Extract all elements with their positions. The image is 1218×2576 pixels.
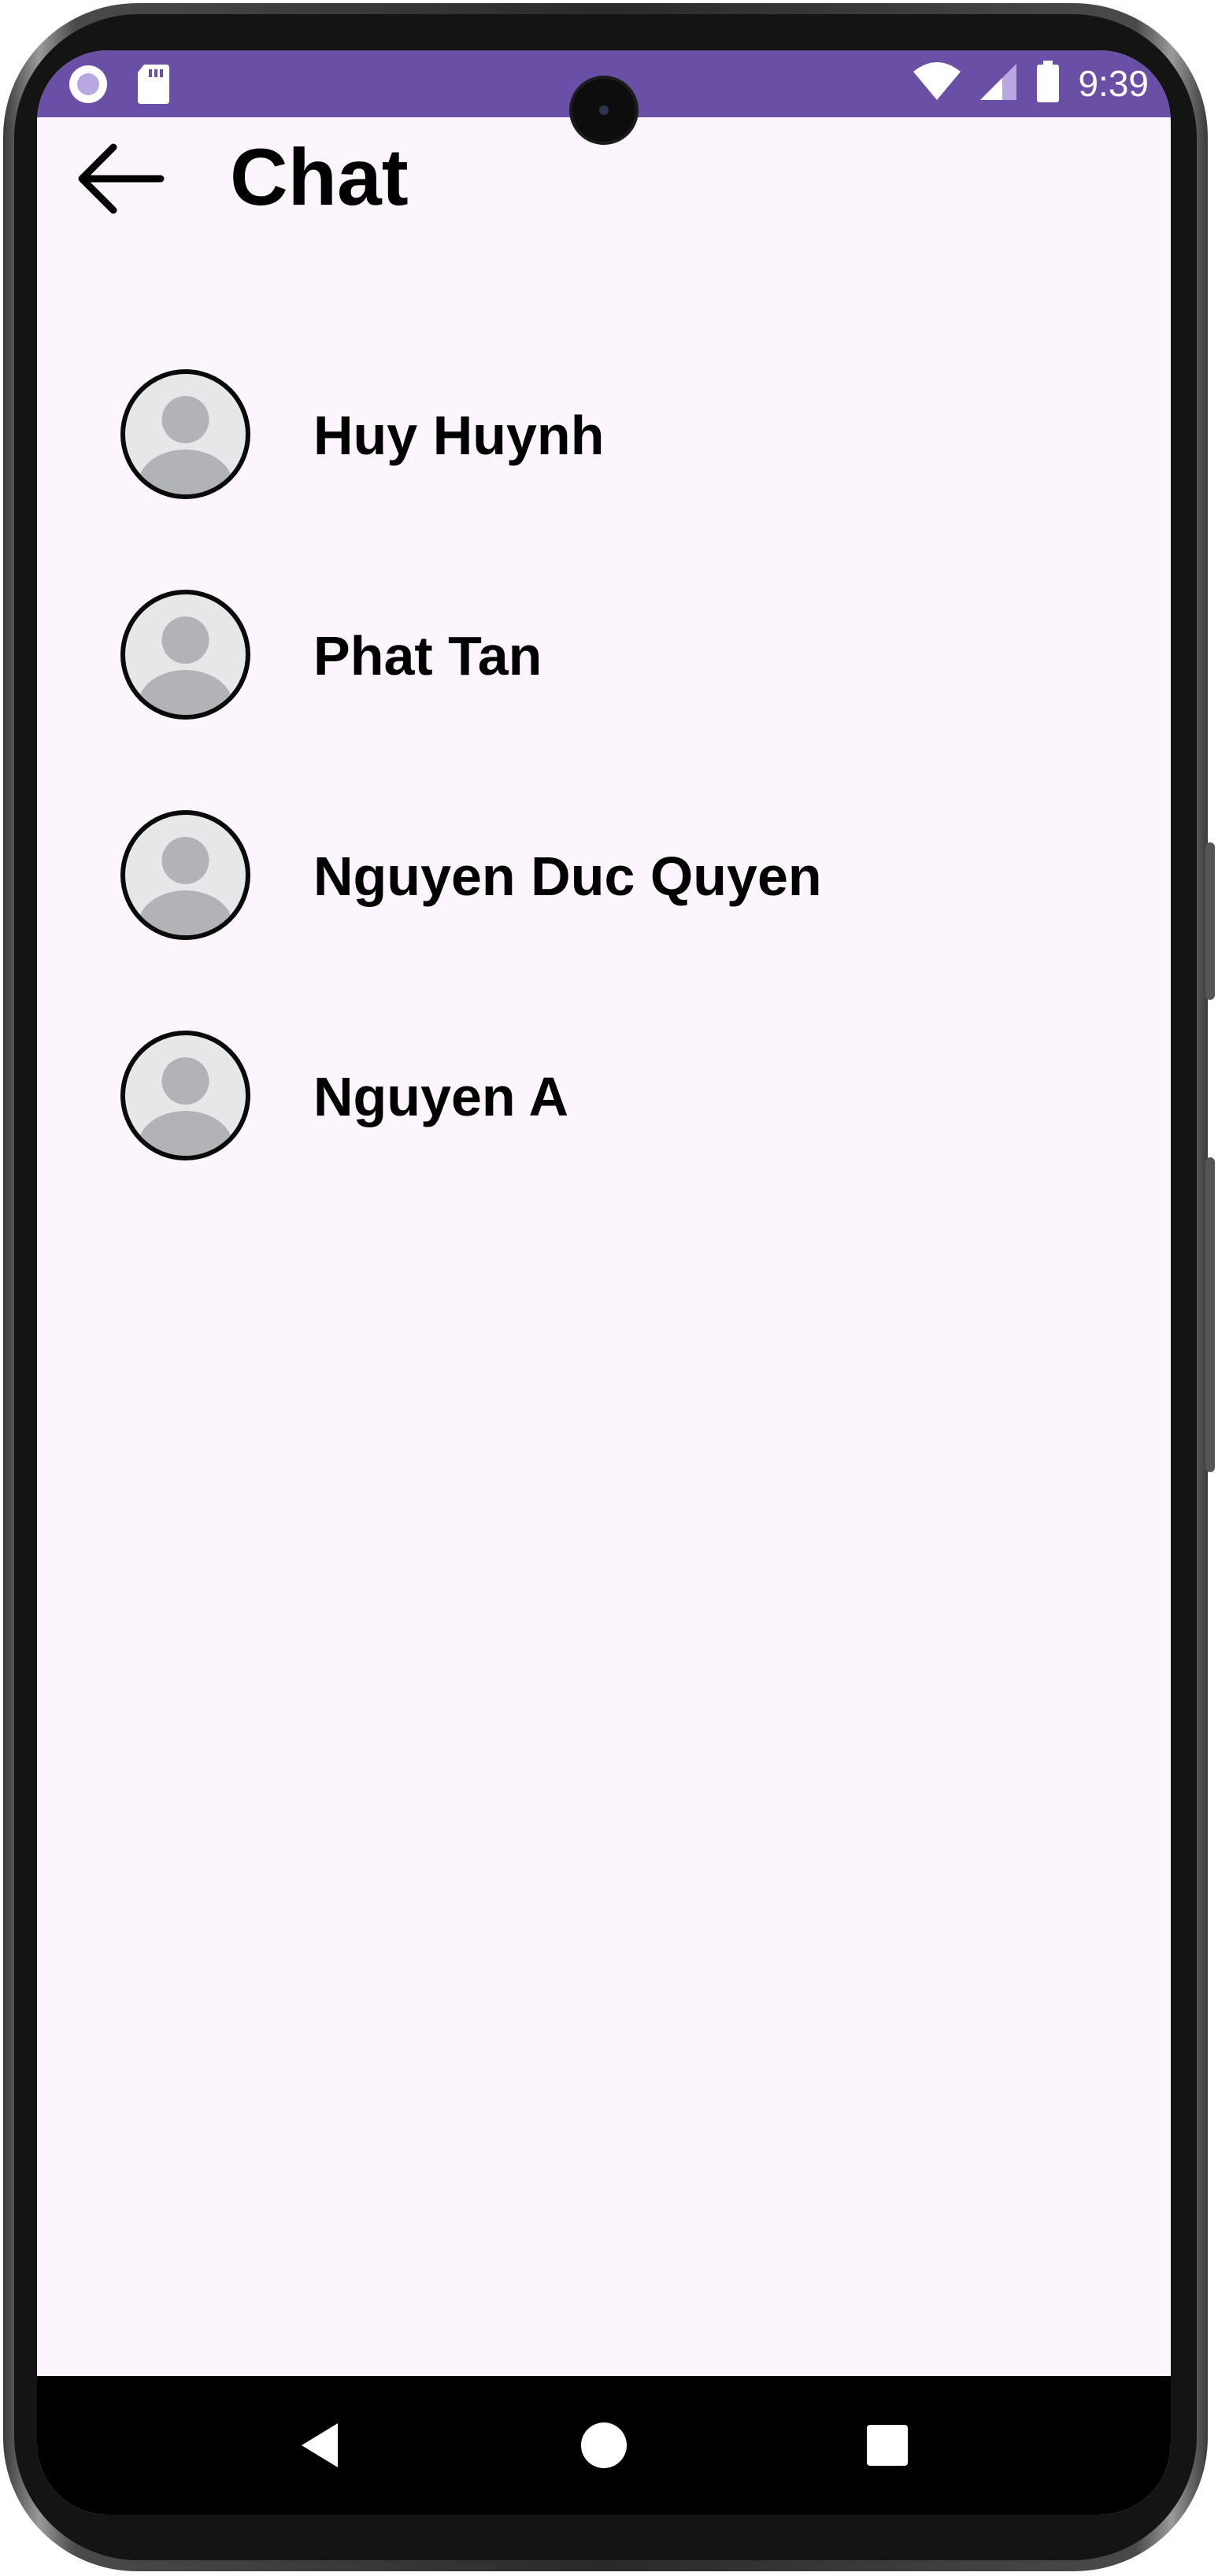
default-avatar-icon xyxy=(120,590,250,720)
status-left-icons xyxy=(67,63,171,109)
default-avatar-icon xyxy=(120,369,250,499)
front-camera xyxy=(572,79,635,142)
back-button[interactable] xyxy=(68,129,171,231)
volume-button xyxy=(1205,842,1215,1000)
back-triangle-icon xyxy=(297,2420,344,2474)
recents-square-icon xyxy=(865,2423,909,2471)
battery-icon xyxy=(1035,60,1061,107)
contact-item[interactable]: Nguyen A xyxy=(37,983,1171,1188)
contact-name: Nguyen Duc Quyen xyxy=(313,846,822,907)
contact-item[interactable]: Phat Tan xyxy=(37,542,1171,747)
contact-name: Huy Huynh xyxy=(313,405,605,466)
phone-device: 9:39 Chat Huy Huynh Phat Tan Nguyen Duc … xyxy=(0,0,1218,2576)
contact-name: Nguyen A xyxy=(313,1066,569,1127)
contact-item[interactable]: Huy Huynh xyxy=(37,322,1171,527)
status-time: 9:39 xyxy=(1078,63,1149,104)
notification-circle-icon xyxy=(67,63,109,109)
screen: 9:39 Chat Huy Huynh Phat Tan Nguyen Duc … xyxy=(37,50,1171,2515)
arrow-back-icon xyxy=(72,139,167,222)
cellular-signal-icon xyxy=(979,62,1018,105)
sd-card-icon xyxy=(136,63,171,109)
wifi-icon xyxy=(913,61,961,105)
default-avatar-icon xyxy=(120,810,250,940)
page-title: Chat xyxy=(230,132,409,222)
navigation-bar xyxy=(37,2376,1171,2515)
nav-back-button[interactable] xyxy=(273,2400,368,2494)
default-avatar-icon xyxy=(120,1031,250,1160)
nav-home-button[interactable] xyxy=(557,2400,651,2494)
nav-recents-button[interactable] xyxy=(840,2400,935,2494)
power-button xyxy=(1205,1157,1215,1472)
contact-item[interactable]: Nguyen Duc Quyen xyxy=(37,763,1171,968)
contact-name: Phat Tan xyxy=(313,625,542,687)
status-right-icons: 9:39 xyxy=(913,60,1149,107)
home-circle-icon xyxy=(579,2421,628,2474)
